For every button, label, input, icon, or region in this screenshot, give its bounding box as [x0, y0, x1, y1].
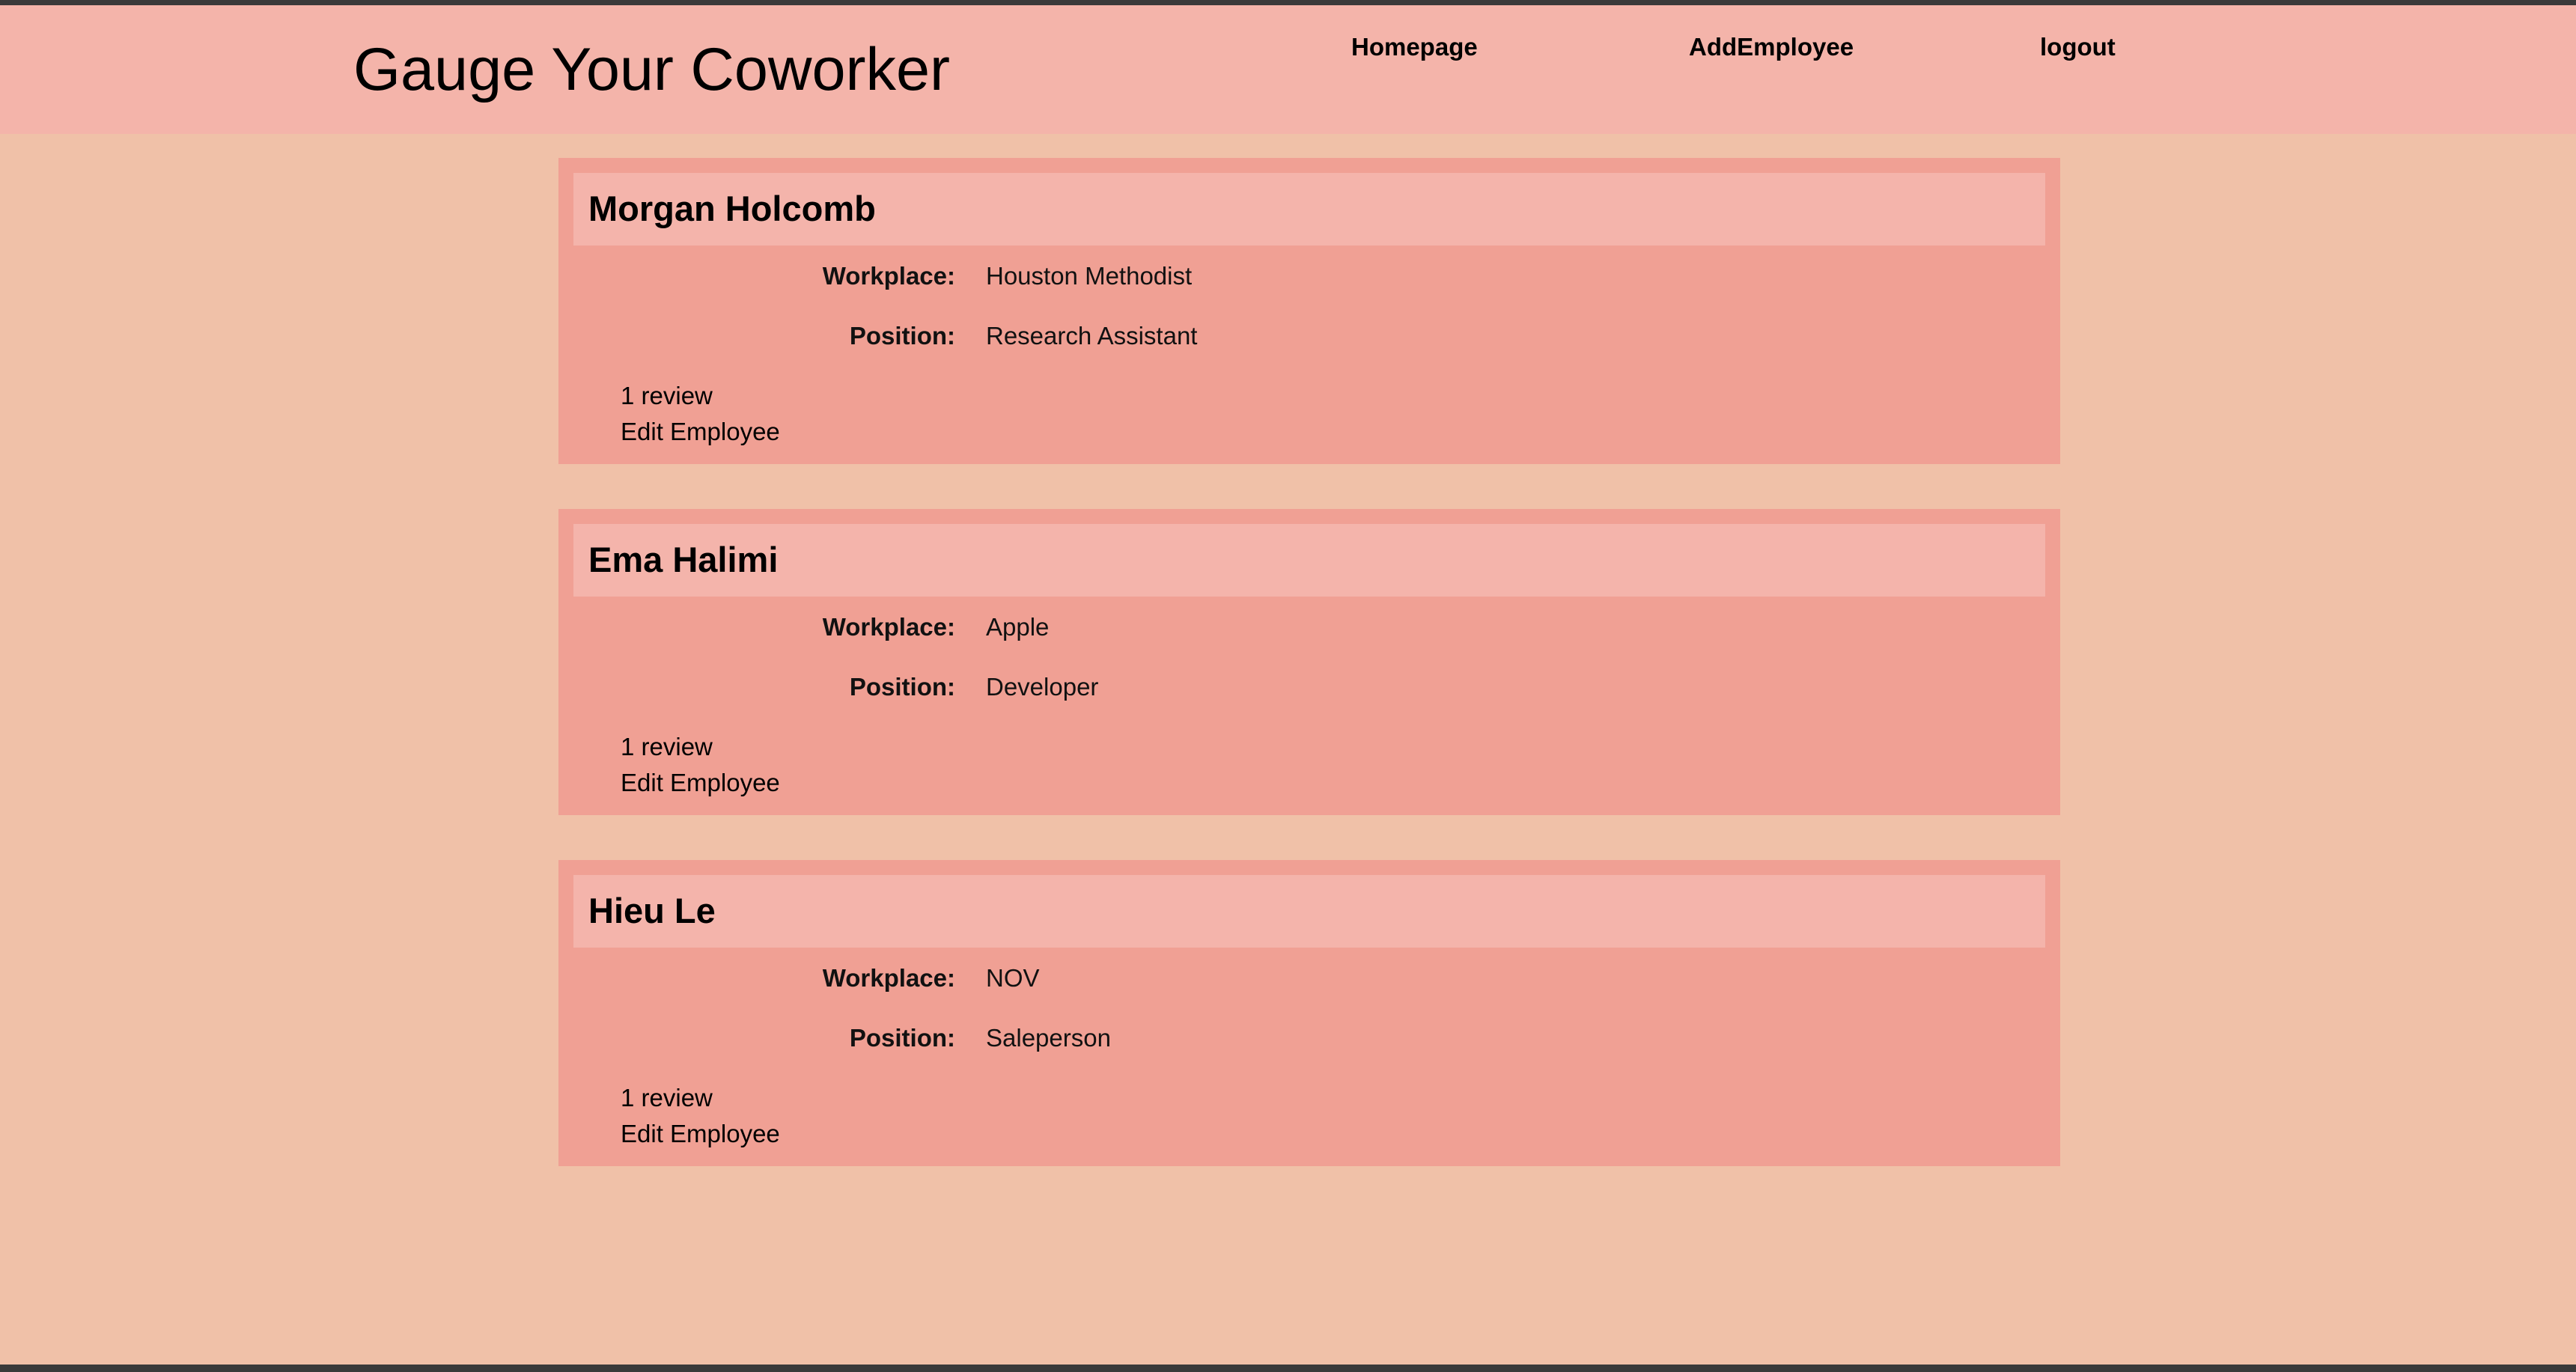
- employee-card-header: Hieu Le: [573, 875, 2045, 948]
- edit-employee-link[interactable]: Edit Employee: [621, 768, 780, 798]
- position-label: Position:: [849, 322, 955, 350]
- browser-viewport: Gauge Your Coworker Homepage AddEmployee…: [0, 5, 2576, 1365]
- position-value: Developer: [986, 673, 1099, 701]
- position-value: Saleperson: [986, 1024, 1111, 1052]
- position-label: Position:: [849, 673, 955, 701]
- employee-card-header: Morgan Holcomb: [573, 173, 2045, 246]
- workplace-label: Workplace:: [822, 613, 955, 641]
- employee-card: Ema Halimi Workplace: Apple Position: De…: [558, 509, 2060, 815]
- nav-homepage-link[interactable]: Homepage: [1351, 32, 1478, 62]
- reviews-link[interactable]: 1 review: [621, 1083, 713, 1113]
- employee-card: Morgan Holcomb Workplace: Houston Method…: [558, 158, 2060, 464]
- workplace-value: Apple: [986, 613, 1050, 641]
- workplace-label: Workplace:: [822, 964, 955, 992]
- reviews-link[interactable]: 1 review: [621, 732, 713, 762]
- employee-card: Hieu Le Workplace: NOV Position: Saleper…: [558, 860, 2060, 1166]
- reviews-link[interactable]: 1 review: [621, 381, 713, 411]
- position-label: Position:: [849, 1024, 955, 1052]
- edit-employee-link[interactable]: Edit Employee: [621, 417, 780, 447]
- position-value: Research Assistant: [986, 322, 1198, 350]
- site-title: Gauge Your Coworker: [353, 36, 950, 103]
- employee-name: Morgan Holcomb: [588, 189, 876, 228]
- workplace-value: NOV: [986, 964, 1040, 992]
- site-header: Gauge Your Coworker Homepage AddEmployee…: [0, 5, 2576, 134]
- workplace-value: Houston Methodist: [986, 262, 1193, 290]
- employee-name: Ema Halimi: [588, 540, 779, 579]
- employee-card-header: Ema Halimi: [573, 524, 2045, 597]
- employee-name: Hieu Le: [588, 891, 716, 930]
- nav-logout-link[interactable]: logout: [2040, 32, 2116, 62]
- nav-add-employee-link[interactable]: AddEmployee: [1689, 32, 1854, 62]
- edit-employee-link[interactable]: Edit Employee: [621, 1119, 780, 1149]
- workplace-label: Workplace:: [822, 262, 955, 290]
